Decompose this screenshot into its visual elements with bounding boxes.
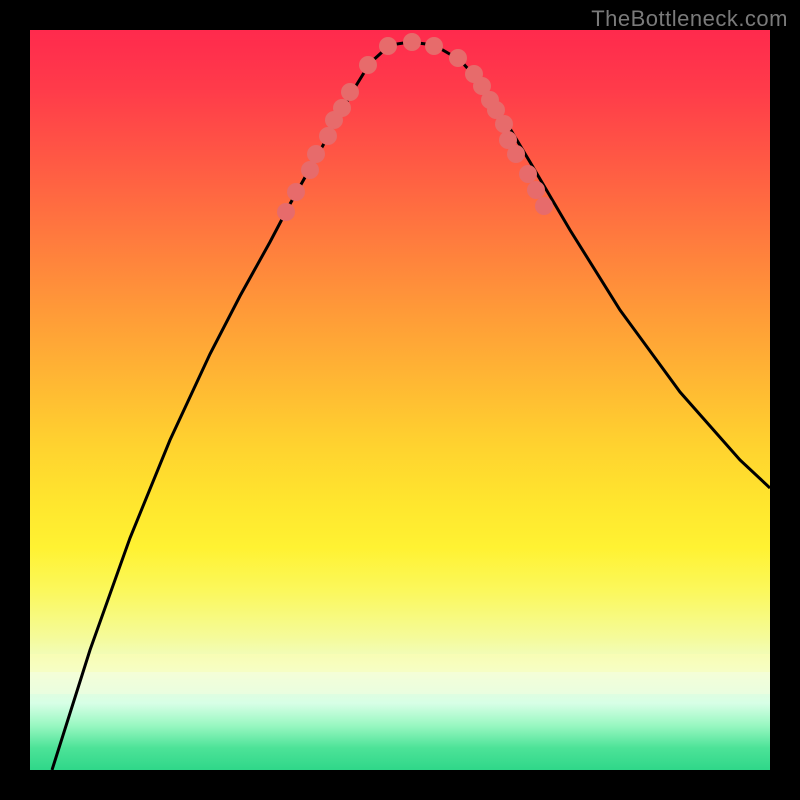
marker-dot [535,197,553,215]
marker-dot [507,145,525,163]
marker-dot [449,49,467,67]
marker-dot [333,99,351,117]
marker-dot [277,203,295,221]
marker-dot [301,161,319,179]
marker-dot [307,145,325,163]
marker-dot [379,37,397,55]
watermark-text: TheBottleneck.com [591,6,788,32]
plot-area [30,30,770,770]
marker-dot [527,181,545,199]
marker-dot [287,183,305,201]
bottleneck-curve [52,42,770,770]
marker-dot [519,165,537,183]
curve-svg [30,30,770,770]
marker-dot [495,115,513,133]
highlight-dots [277,33,553,221]
marker-dot [425,37,443,55]
marker-dot [341,83,359,101]
marker-dot [359,56,377,74]
marker-dot [403,33,421,51]
chart-frame: TheBottleneck.com [0,0,800,800]
marker-dot [319,127,337,145]
